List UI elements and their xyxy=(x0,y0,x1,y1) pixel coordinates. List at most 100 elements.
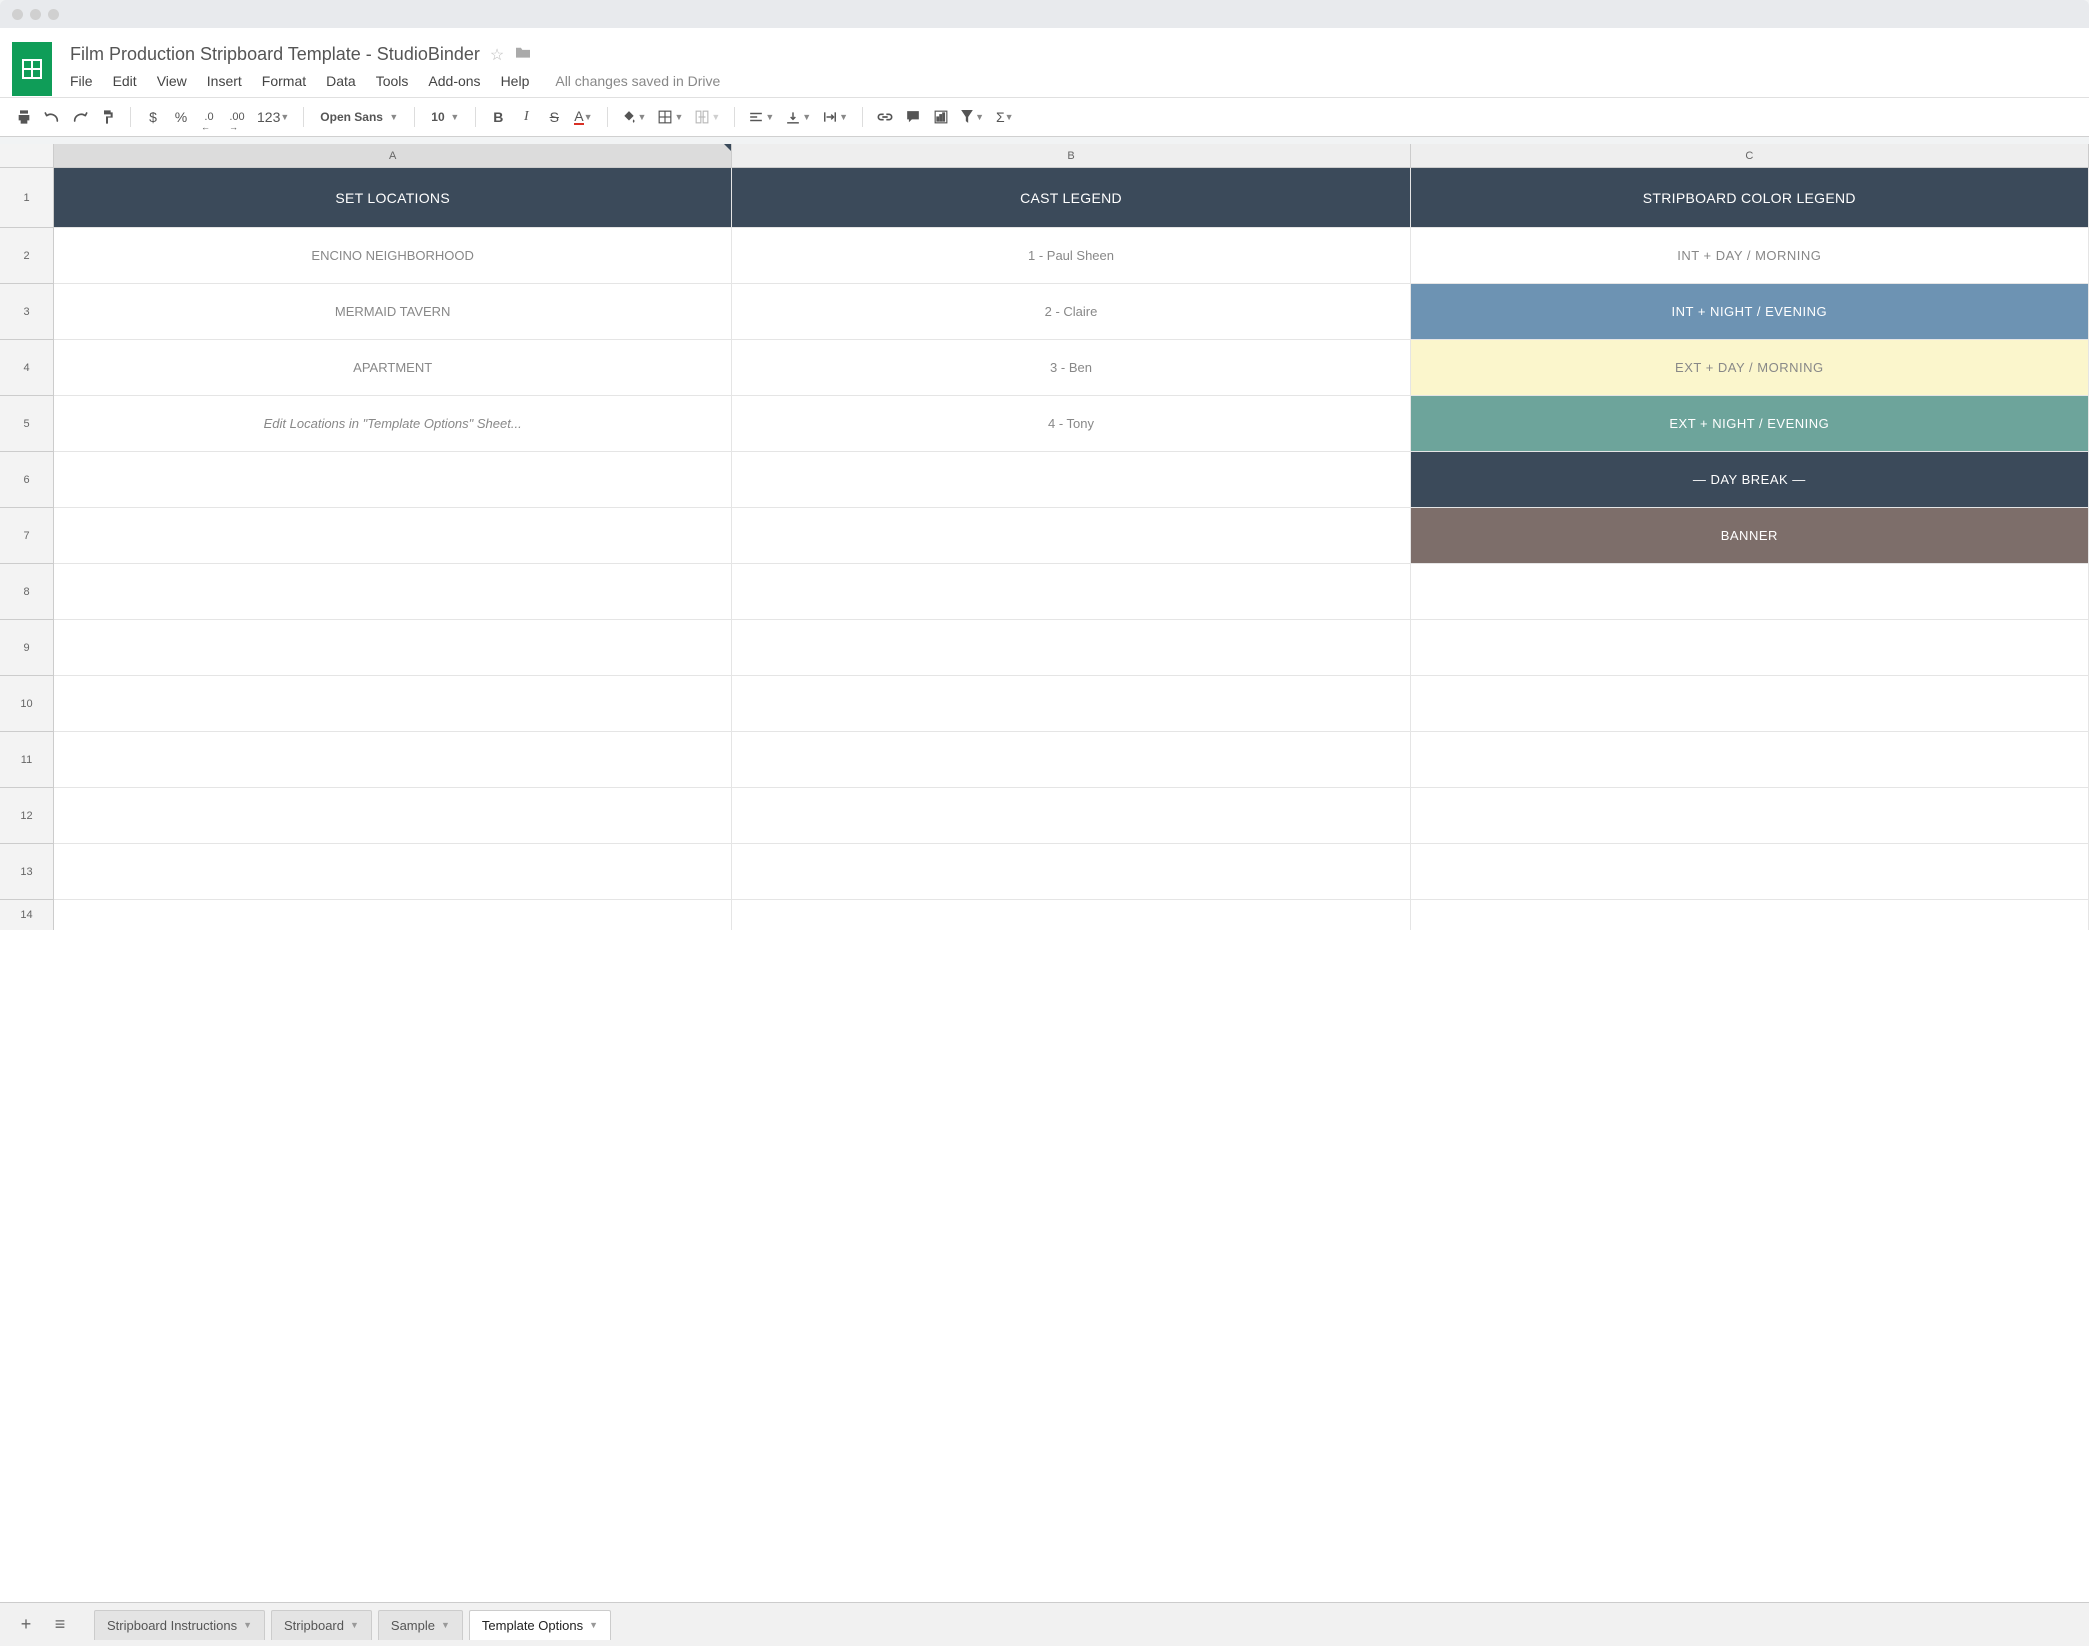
cell[interactable] xyxy=(54,732,732,788)
fill-color-icon[interactable]: ▼ xyxy=(618,104,651,130)
cell[interactable] xyxy=(1411,676,2089,732)
document-title[interactable]: Film Production Stripboard Template - St… xyxy=(70,44,480,65)
borders-icon[interactable]: ▼ xyxy=(654,104,687,130)
cell[interactable] xyxy=(732,676,1410,732)
cell[interactable]: EXT + NIGHT / EVENING xyxy=(1411,396,2089,452)
cell[interactable]: 4 - Tony xyxy=(732,396,1410,452)
row-header[interactable]: 9 xyxy=(0,620,54,676)
v-align-icon[interactable]: ▼ xyxy=(782,104,815,130)
cell[interactable]: 2 - Claire xyxy=(732,284,1410,340)
cell[interactable] xyxy=(54,900,732,930)
h-align-icon[interactable]: ▼ xyxy=(745,104,778,130)
cell[interactable]: CAST LEGEND xyxy=(732,168,1410,228)
italic-icon[interactable]: I xyxy=(514,104,538,130)
cell[interactable] xyxy=(54,620,732,676)
text-wrap-icon[interactable]: ▼ xyxy=(819,104,852,130)
cell[interactable]: Edit Locations in "Template Options" She… xyxy=(54,396,732,452)
cell[interactable] xyxy=(54,564,732,620)
cell[interactable]: 3 - Ben xyxy=(732,340,1410,396)
cell[interactable]: EXT + DAY / MORNING xyxy=(1411,340,2089,396)
menu-insert[interactable]: Insert xyxy=(207,73,242,89)
format-currency[interactable]: $ xyxy=(141,104,165,130)
sheet-tab[interactable]: Stripboard Instructions▼ xyxy=(94,1610,265,1640)
undo-icon[interactable] xyxy=(40,104,64,130)
menu-file[interactable]: File xyxy=(70,73,93,89)
cell[interactable] xyxy=(732,788,1410,844)
cell[interactable] xyxy=(1411,788,2089,844)
cell[interactable] xyxy=(1411,564,2089,620)
cell[interactable] xyxy=(732,452,1410,508)
row-header[interactable]: 8 xyxy=(0,564,54,620)
cell[interactable]: SET LOCATIONS xyxy=(54,168,732,228)
row-header[interactable]: 7 xyxy=(0,508,54,564)
spreadsheet-grid[interactable]: A B C 1 SET LOCATIONS CAST LEGEND STRIPB… xyxy=(0,144,2089,1602)
cell[interactable] xyxy=(1411,732,2089,788)
sheet-tab-dropdown-icon[interactable]: ▼ xyxy=(243,1620,252,1630)
print-icon[interactable] xyxy=(12,104,36,130)
select-all-corner[interactable] xyxy=(0,144,54,168)
cell[interactable]: ENCINO NEIGHBORHOOD xyxy=(54,228,732,284)
row-header[interactable]: 14 xyxy=(0,900,54,930)
sheets-logo[interactable] xyxy=(12,42,52,96)
cell[interactable] xyxy=(1411,620,2089,676)
cell[interactable]: APARTMENT xyxy=(54,340,732,396)
sheet-tab-dropdown-icon[interactable]: ▼ xyxy=(441,1620,450,1630)
cell[interactable]: MERMAID TAVERN xyxy=(54,284,732,340)
increase-decimal-icon[interactable]: .00→ xyxy=(225,104,249,130)
cell[interactable] xyxy=(1411,900,2089,930)
menu-addons[interactable]: Add-ons xyxy=(428,73,480,89)
paint-format-icon[interactable] xyxy=(96,104,120,130)
window-close-dot[interactable] xyxy=(12,9,23,20)
cell[interactable] xyxy=(54,788,732,844)
cell[interactable] xyxy=(732,620,1410,676)
cell[interactable] xyxy=(54,676,732,732)
column-header-a[interactable]: A xyxy=(54,144,732,168)
all-sheets-icon[interactable]: ≡ xyxy=(48,1613,72,1637)
sheet-tab-dropdown-icon[interactable]: ▼ xyxy=(589,1620,598,1630)
cell[interactable] xyxy=(732,844,1410,900)
menu-help[interactable]: Help xyxy=(501,73,530,89)
font-size[interactable]: 10▼ xyxy=(425,104,465,130)
cell[interactable] xyxy=(54,452,732,508)
sheet-tab[interactable]: Template Options▼ xyxy=(469,1610,611,1640)
cell[interactable] xyxy=(732,900,1410,930)
row-header[interactable]: 4 xyxy=(0,340,54,396)
format-123[interactable]: 123 ▼ xyxy=(253,104,293,130)
row-header[interactable]: 12 xyxy=(0,788,54,844)
decrease-decimal-icon[interactable]: .0← xyxy=(197,104,221,130)
window-max-dot[interactable] xyxy=(48,9,59,20)
menu-format[interactable]: Format xyxy=(262,73,306,89)
star-icon[interactable]: ☆ xyxy=(490,45,504,65)
cell[interactable]: STRIPBOARD COLOR LEGEND xyxy=(1411,168,2089,228)
text-color-icon[interactable]: A ▼ xyxy=(570,104,596,130)
filter-icon[interactable]: ▼ xyxy=(957,104,988,130)
row-header[interactable]: 1 xyxy=(0,168,54,228)
cell[interactable]: 1 - Paul Sheen xyxy=(732,228,1410,284)
cell[interactable] xyxy=(54,844,732,900)
cell[interactable]: BANNER xyxy=(1411,508,2089,564)
window-min-dot[interactable] xyxy=(30,9,41,20)
row-header[interactable]: 10 xyxy=(0,676,54,732)
row-header[interactable]: 5 xyxy=(0,396,54,452)
insert-link-icon[interactable] xyxy=(873,104,897,130)
insert-comment-icon[interactable] xyxy=(901,104,925,130)
menu-tools[interactable]: Tools xyxy=(376,73,409,89)
cell[interactable] xyxy=(732,508,1410,564)
sheet-tab[interactable]: Stripboard▼ xyxy=(271,1610,372,1640)
bold-icon[interactable]: B xyxy=(486,104,510,130)
cell[interactable] xyxy=(732,564,1410,620)
row-header[interactable]: 2 xyxy=(0,228,54,284)
column-header-b[interactable]: B xyxy=(732,144,1410,168)
cell[interactable]: INT + DAY / MORNING xyxy=(1411,228,2089,284)
sheet-tab-dropdown-icon[interactable]: ▼ xyxy=(350,1620,359,1630)
sheet-tab[interactable]: Sample▼ xyxy=(378,1610,463,1640)
font-selector[interactable]: Open Sans▼ xyxy=(314,104,404,130)
column-header-c[interactable]: C xyxy=(1411,144,2089,168)
format-percent[interactable]: % xyxy=(169,104,193,130)
row-header[interactable]: 6 xyxy=(0,452,54,508)
cell[interactable] xyxy=(732,732,1410,788)
insert-chart-icon[interactable] xyxy=(929,104,953,130)
merge-cells-icon[interactable]: ▼ xyxy=(691,104,724,130)
strikethrough-icon[interactable]: S xyxy=(542,104,566,130)
row-header[interactable]: 11 xyxy=(0,732,54,788)
